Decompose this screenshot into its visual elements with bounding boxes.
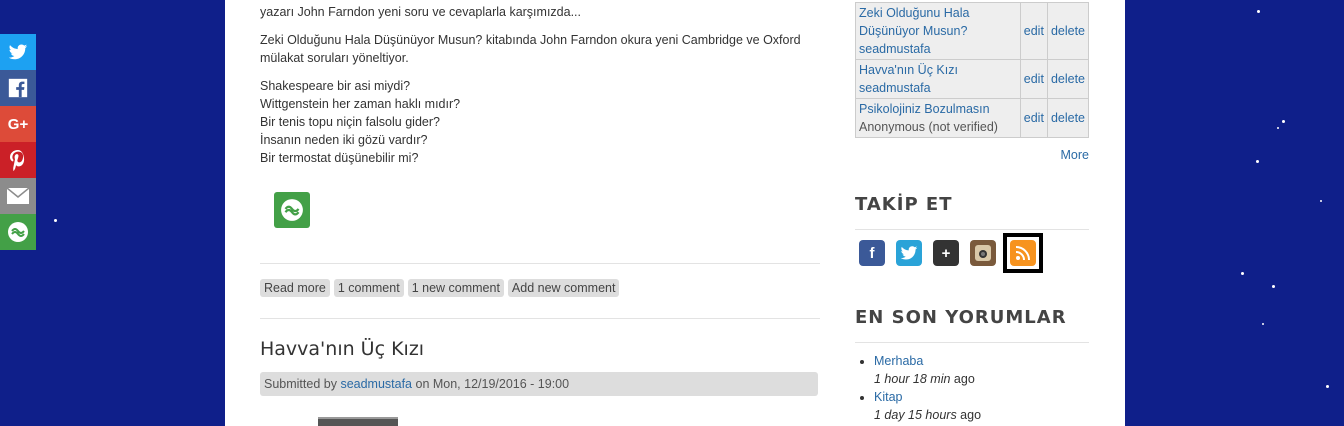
table-cell-edit: edit — [1019, 98, 1048, 138]
comment-time-suffix: ago — [950, 372, 975, 386]
table-cell-edit: edit — [1019, 2, 1048, 60]
article-paragraph: Zeki Olduğunu Hala Düşünüyor Musun? kita… — [260, 33, 801, 65]
pinterest-icon — [10, 150, 25, 171]
rss-follow-button[interactable] — [1003, 233, 1043, 273]
comment-time-suffix: ago — [956, 408, 982, 422]
divider — [855, 342, 1089, 343]
delete-link[interactable]: delete — [1051, 24, 1085, 38]
pinterest-share-button[interactable] — [0, 142, 36, 178]
divider — [260, 318, 820, 319]
instagram-follow-button[interactable] — [970, 240, 996, 266]
rss-glyph — [1015, 246, 1030, 261]
delete-link[interactable]: delete — [1051, 72, 1085, 86]
star — [1262, 323, 1264, 325]
add-comment-link[interactable]: Add new comment — [507, 279, 620, 297]
twitter-follow-button[interactable] — [896, 240, 922, 266]
follow-icons: f + — [859, 233, 1043, 273]
question-line: Bir termostat düşünebilir mi? — [260, 151, 419, 165]
facebook-icon: f — [869, 244, 875, 262]
twitter-share-button[interactable] — [0, 34, 36, 70]
star — [1257, 10, 1260, 13]
star — [54, 219, 57, 222]
share-more-icon — [8, 222, 28, 242]
star — [1256, 160, 1259, 163]
comments-list: Merhaba 1 hour 18 min ago Kitap 1 day 15… — [855, 352, 981, 424]
share-bar: G+ — [0, 34, 36, 250]
star — [1272, 285, 1275, 288]
table-cell-delete: delete — [1046, 59, 1090, 99]
article-title[interactable]: Havva'nın Üç Kızı — [260, 338, 424, 360]
list-item: Kitap 1 day 15 hours ago — [874, 388, 981, 424]
comment-link[interactable]: Merhaba — [874, 354, 923, 368]
more-share-button[interactable] — [0, 214, 36, 250]
table-cell-edit: edit — [1019, 59, 1048, 99]
divider — [260, 263, 820, 264]
author-link[interactable]: seadmustafa — [340, 377, 412, 391]
star — [1241, 272, 1244, 275]
rss-icon — [1010, 240, 1036, 266]
question-line: Bir tenis topu niçin falsolu gider? — [260, 115, 440, 129]
facebook-follow-button[interactable]: f — [859, 240, 885, 266]
google-plus-follow-button[interactable]: + — [933, 240, 959, 266]
author-link[interactable]: seadmustafa — [859, 42, 931, 56]
google-plus-icon: + — [941, 244, 951, 262]
recent-content-table: Zeki Olduğunu Hala Düşünüyor Musun? sead… — [855, 2, 1090, 138]
table-cell-delete: delete — [1046, 98, 1090, 138]
comment-time: 1 day 15 hours — [874, 408, 957, 422]
book-image — [318, 417, 398, 426]
email-share-button[interactable] — [0, 178, 36, 214]
more-link[interactable]: More — [1061, 148, 1089, 162]
facebook-share-button[interactable] — [0, 70, 36, 106]
star — [1326, 385, 1329, 388]
star — [1282, 120, 1285, 123]
question-line: İnsanın neden iki gözü vardır? — [260, 133, 428, 147]
table-row: Zeki Olduğunu Hala Düşünüyor Musun? sead… — [855, 2, 1090, 60]
comment-link[interactable]: Kitap — [874, 390, 903, 404]
edit-link[interactable]: edit — [1024, 72, 1044, 86]
star — [1277, 127, 1279, 129]
comment-time: 1 hour 18 min — [874, 372, 951, 386]
delete-link[interactable]: delete — [1051, 111, 1085, 125]
share-more-icon — [281, 199, 303, 221]
divider — [855, 229, 1089, 230]
submitted-info: Submitted by seadmustafa on Mon, 12/19/2… — [260, 372, 818, 396]
twitter-icon — [8, 44, 28, 60]
google-plus-icon: G+ — [7, 115, 29, 133]
follow-heading: TAKİP ET — [855, 194, 953, 215]
table-cell-title: Havva'nın Üç Kızı seadmustafa — [855, 59, 1021, 99]
question-line: Shakespeare bir asi miydi? — [260, 79, 411, 93]
list-item: Merhaba 1 hour 18 min ago — [874, 352, 981, 388]
author-name: Anonymous (not verified) — [859, 120, 998, 134]
table-row: Havva'nın Üç Kızı seadmustafa edit delet… — [855, 59, 1090, 99]
email-icon — [7, 188, 29, 204]
new-comment-link[interactable]: 1 new comment — [407, 279, 504, 297]
content-title-link[interactable]: Psikolojiniz Bozulmasın — [859, 102, 990, 116]
page-content: yazarı John Farndon yeni soru ve cevapla… — [225, 0, 1125, 426]
question-list: Shakespeare bir asi miydi? Wittgenstein … — [260, 77, 820, 167]
star — [1320, 200, 1322, 202]
edit-link[interactable]: edit — [1024, 24, 1044, 38]
facebook-icon — [8, 78, 28, 98]
read-more-link[interactable]: Read more — [260, 279, 330, 297]
submitted-date: on Mon, 12/19/2016 - 19:00 — [412, 377, 570, 391]
content-title-link[interactable]: Zeki Olduğunu Hala Düşünüyor Musun? — [859, 6, 969, 38]
share-button[interactable] — [274, 192, 310, 228]
comments-heading: EN SON YORUMLAR — [855, 307, 1067, 328]
table-cell-delete: delete — [1046, 2, 1090, 60]
edit-link[interactable]: edit — [1024, 111, 1044, 125]
table-cell-title: Psikolojiniz Bozulmasın Anonymous (not v… — [855, 98, 1021, 138]
author-link[interactable]: seadmustafa — [859, 81, 931, 95]
instagram-icon — [975, 245, 991, 261]
content-title-link[interactable]: Havva'nın Üç Kızı — [859, 63, 958, 77]
google-plus-share-button[interactable]: G+ — [0, 106, 36, 142]
article-text-top: yazarı John Farndon yeni soru ve cevapla… — [260, 5, 581, 19]
submitted-prefix: Submitted by — [264, 377, 341, 391]
table-row: Psikolojiniz Bozulmasın Anonymous (not v… — [855, 98, 1090, 138]
main-content: yazarı John Farndon yeni soru ve cevapla… — [260, 0, 820, 167]
table-cell-title: Zeki Olduğunu Hala Düşünüyor Musun? sead… — [855, 2, 1021, 60]
question-line: Wittgenstein her zaman haklı mıdır? — [260, 97, 461, 111]
twitter-icon — [900, 246, 918, 260]
article-links: Read more 1 comment 1 new comment Add ne… — [260, 279, 620, 297]
comment-count-link[interactable]: 1 comment — [333, 279, 404, 297]
